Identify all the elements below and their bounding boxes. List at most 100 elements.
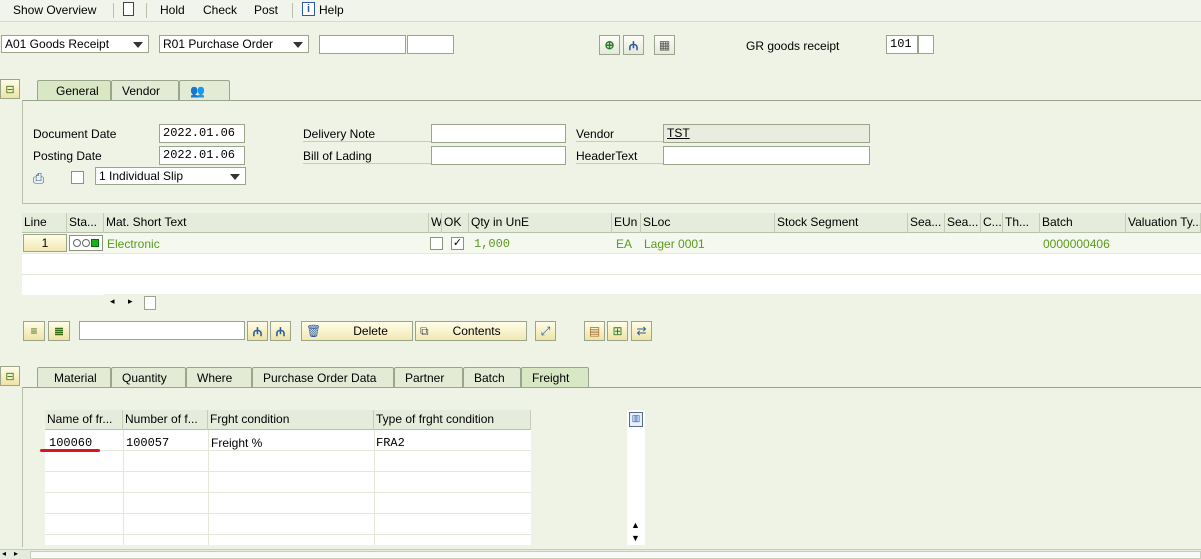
- menu-show-overview[interactable]: Show Overview: [13, 3, 96, 17]
- col-freight-name[interactable]: Name of fr...: [45, 410, 123, 430]
- col-batch[interactable]: Batch: [1040, 213, 1126, 233]
- col-status[interactable]: Sta...: [67, 213, 104, 233]
- action-select[interactable]: A01 Goods Receipt: [1, 35, 149, 53]
- tab-batch[interactable]: Batch: [463, 367, 521, 387]
- col-qty[interactable]: Qty in UnE: [469, 213, 612, 233]
- col-season1[interactable]: Sea...: [908, 213, 945, 233]
- grid-row-separator: [22, 253, 1201, 254]
- binoculars-icon[interactable]: ₼: [623, 35, 644, 55]
- tab-general[interactable]: General: [37, 80, 111, 100]
- scroll-right-icon[interactable]: ▸: [14, 549, 18, 558]
- expand-icon[interactable]: ⤢: [535, 321, 556, 341]
- eun-cell[interactable]: EA: [614, 235, 634, 253]
- col-line[interactable]: Line: [22, 213, 67, 233]
- slip-select[interactable]: 1 Individual Slip: [95, 167, 246, 185]
- scroll-left-icon[interactable]: ◂: [110, 296, 115, 307]
- document-date-input[interactable]: 2022.01.06: [159, 124, 245, 143]
- col-freight-type[interactable]: Type of frght condition: [374, 410, 531, 430]
- delete-button[interactable]: 🗑 Delete: [301, 321, 413, 341]
- col-eun[interactable]: EUn: [612, 213, 641, 233]
- col-th[interactable]: Th...: [1003, 213, 1040, 233]
- freight-type-cell[interactable]: FRA2: [374, 434, 407, 452]
- insert-row-icon[interactable]: ⊞: [607, 321, 628, 341]
- collapse-detail-button[interactable]: ⊟: [0, 366, 20, 386]
- qty-cell[interactable]: 1,000: [472, 235, 512, 253]
- tab-vendor-label: Vendor: [122, 84, 161, 98]
- freight-vertical-scrollbar[interactable]: ▥ ▲ ▼: [627, 410, 645, 545]
- scroll-right-icon[interactable]: ▸: [128, 296, 133, 307]
- item-grid-scrollbar[interactable]: ◂ ▸: [104, 294, 1201, 312]
- bill-of-lading-input[interactable]: [431, 146, 566, 165]
- layout-icon[interactable]: ▤: [584, 321, 605, 341]
- reference-select[interactable]: R01 Purchase Order: [159, 35, 309, 53]
- contents-button[interactable]: ⧉ Contents: [415, 321, 527, 341]
- reference-item-input[interactable]: [407, 35, 454, 54]
- scroll-down-icon[interactable]: ▼: [631, 533, 640, 543]
- reference-document-input[interactable]: [319, 35, 406, 54]
- col-mat-short-text[interactable]: Mat. Short Text: [104, 213, 429, 233]
- sloc-cell[interactable]: Lager 0001: [642, 235, 707, 253]
- print-checkbox[interactable]: [71, 171, 84, 184]
- find-icon[interactable]: ₼: [247, 321, 268, 341]
- chevron-down-icon: [133, 42, 143, 48]
- collapse-header-button[interactable]: ⊟: [0, 79, 20, 99]
- table-row[interactable]: [22, 233, 1201, 253]
- tab-where[interactable]: Where: [186, 367, 252, 387]
- col-w[interactable]: W: [429, 213, 442, 233]
- col-sloc[interactable]: SLoc: [641, 213, 775, 233]
- traffic-light-icon[interactable]: [69, 235, 103, 251]
- calculator-icon[interactable]: ▦: [654, 35, 675, 55]
- freight-number-cell[interactable]: 100057: [124, 434, 171, 452]
- col-season2[interactable]: Sea...: [945, 213, 981, 233]
- menu-hold[interactable]: Hold: [160, 3, 185, 17]
- movement-type-extra-input[interactable]: [918, 35, 934, 54]
- col-stock-segment[interactable]: Stock Segment: [775, 213, 908, 233]
- batch-cell[interactable]: 0000000406: [1041, 235, 1112, 253]
- col-valuation-type[interactable]: Valuation Ty...: [1126, 213, 1201, 233]
- header-text-label: HeaderText: [576, 149, 663, 164]
- trash-icon: 🗑: [306, 324, 322, 338]
- select-all-icon[interactable]: ≡: [23, 321, 45, 341]
- help-icon[interactable]: i: [302, 2, 315, 16]
- delivery-note-label: Delivery Note: [303, 127, 431, 142]
- ok-checkbox[interactable]: ✓: [451, 237, 464, 250]
- menu-help[interactable]: Help: [319, 3, 344, 17]
- find-next-icon[interactable]: ₼: [270, 321, 291, 341]
- page-horizontal-scrollbar[interactable]: ◂ ▸: [0, 549, 1201, 559]
- tab-quantity-label: Quantity: [122, 371, 167, 385]
- vendor-field[interactable]: TST: [663, 124, 870, 143]
- posting-date-input[interactable]: 2022.01.06: [159, 146, 245, 165]
- delivery-note-input[interactable]: [431, 124, 566, 143]
- document-date-label: Document Date: [33, 127, 117, 141]
- transfer-icon[interactable]: ⇄: [631, 321, 652, 341]
- menu-separator: [146, 3, 147, 18]
- col-c[interactable]: C...: [981, 213, 1003, 233]
- tab-partners[interactable]: 👥: [179, 80, 230, 100]
- line-number-button[interactable]: 1: [23, 234, 67, 252]
- scroll-up-icon[interactable]: ▲: [631, 520, 640, 530]
- execute-icon[interactable]: ⊕: [599, 35, 620, 55]
- tab-vendor[interactable]: Vendor: [111, 80, 179, 100]
- freight-condition-cell[interactable]: Freight %: [209, 434, 264, 452]
- menu-post[interactable]: Post: [254, 3, 278, 17]
- scroll-left-icon[interactable]: ◂: [2, 549, 6, 558]
- scroll-track[interactable]: [30, 551, 1201, 559]
- tab-purchase-order-data[interactable]: Purchase Order Data: [252, 367, 394, 387]
- col-ok[interactable]: OK: [442, 213, 469, 233]
- col-freight-condition[interactable]: Frght condition: [208, 410, 374, 430]
- col-freight-number[interactable]: Number of f...: [123, 410, 208, 430]
- mat-short-text-cell[interactable]: Electronic: [105, 235, 162, 253]
- movement-type-input[interactable]: 101: [886, 35, 918, 54]
- deselect-all-icon[interactable]: ≣: [48, 321, 70, 341]
- tab-partner[interactable]: Partner: [394, 367, 463, 387]
- item-search-input[interactable]: [79, 321, 245, 340]
- tab-freight[interactable]: Freight: [521, 367, 589, 387]
- menu-check[interactable]: Check: [203, 3, 237, 17]
- tab-quantity[interactable]: Quantity: [111, 367, 186, 387]
- w-checkbox[interactable]: [430, 237, 443, 250]
- header-text-input[interactable]: [663, 146, 870, 165]
- new-document-icon[interactable]: [123, 2, 134, 16]
- scroll-thumb[interactable]: [144, 296, 156, 310]
- tab-material[interactable]: Material: [37, 367, 111, 387]
- column-settings-icon[interactable]: ▥: [629, 412, 643, 427]
